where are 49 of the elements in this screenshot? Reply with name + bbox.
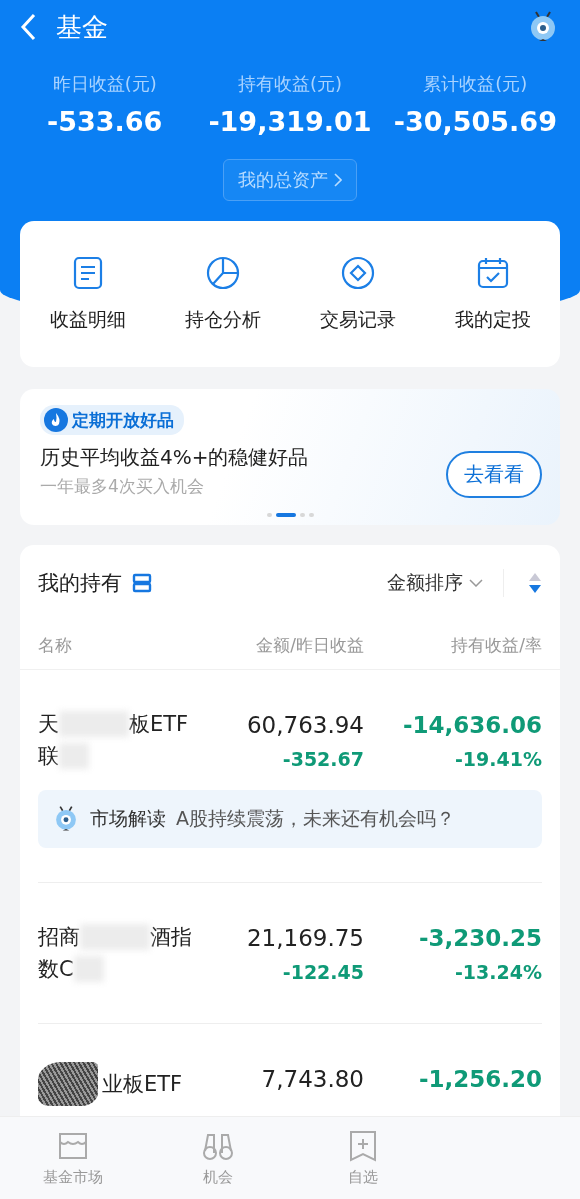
profit-rate: -19.41% [454,747,542,772]
chevron-down-icon [469,579,483,587]
shortcut-item[interactable]: 持仓分析 [155,254,290,334]
insight-label: 市场解读 [90,806,166,831]
back-icon[interactable] [20,13,36,41]
sort-order-icon[interactable] [528,572,542,594]
summary-label: 累计收益(元) [422,72,529,96]
holding-profit: -1,256.20 [418,1065,542,1094]
pie-chart-icon [204,255,241,291]
column-header: 名称 [38,633,73,657]
fund-name: 天 [38,711,59,738]
bookmark-add-icon [347,1129,378,1162]
market-insight-banner[interactable]: 市场解读 A股持续震荡，未来还有机会吗？ [38,790,542,848]
column-header: 金额/昨日收益 [255,633,364,657]
layout-icon[interactable] [132,573,152,593]
summary-value: -30,505.69 [392,106,558,137]
column-header: 持有收益/率 [450,633,542,657]
summary-label: 昨日收益(元) [51,72,158,96]
fund-name: 联 [38,743,59,770]
daily-profit: -122.45 [282,960,364,985]
holding-profit: -14,636.06 [402,711,542,740]
holding-profit: -3,230.25 [418,924,542,953]
holdings-title: 我的持有 [38,570,122,597]
summary-value: -533.66 [45,106,164,137]
promo-title: 历史平均收益4%+的稳健好品 [40,444,310,471]
promo-tag: 定期开放好品 [40,405,184,435]
amount-value: 7,743.80 [261,1065,364,1094]
summary-label: 持有收益(元) [236,72,343,96]
profit-rate: -13.24% [454,960,542,985]
summary-value: -19,319.01 [207,106,373,137]
fund-name: 酒指 [150,924,192,951]
insight-text: A股持续震荡，未来还有机会吗？ [176,806,455,831]
go-see-button[interactable]: 去看看 [446,451,542,498]
fund-name: 数C [38,956,74,983]
fund-name: 招商 [38,924,80,951]
chevron-right-icon [334,173,342,187]
shortcut-item[interactable]: 交易记录 [290,254,425,334]
fund-name: 板ETF [129,711,189,738]
fund-name: 业板ETF [102,1071,183,1098]
redaction-mark [38,1062,98,1106]
page-title: 基金 [56,10,109,44]
promo-subtitle: 一年最多4次买入机会 [40,475,205,498]
shortcut-item[interactable]: 收益明细 [20,254,155,334]
daily-profit: -352.67 [282,747,364,772]
amount-value: 60,763.94 [246,711,364,740]
flame-icon [44,408,68,432]
sort-dropdown[interactable]: 金额排序 [381,569,504,597]
amount-value: 21,169.75 [246,924,364,953]
shortcut-item[interactable]: 我的定投 [425,254,560,334]
